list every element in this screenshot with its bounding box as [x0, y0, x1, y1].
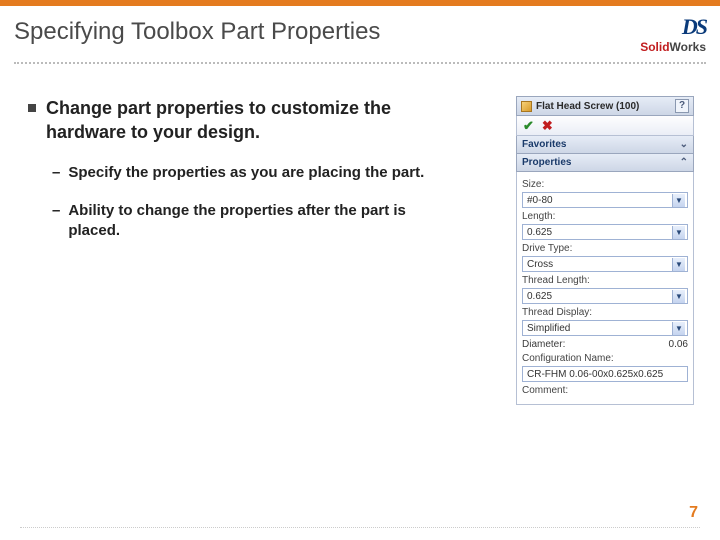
drive-type-value: Cross [527, 259, 553, 270]
page-title: Specifying Toolbox Part Properties [14, 18, 380, 46]
help-button[interactable]: ? [675, 99, 689, 113]
drive-type-label: Drive Type: [522, 243, 688, 254]
brand-logo: DS SolidWorks [640, 14, 706, 54]
thread-display-value: Simplified [527, 323, 570, 334]
properties-section-header[interactable]: Properties ⌃ [516, 154, 694, 172]
length-select[interactable]: 0.625 ▼ [522, 224, 688, 240]
thread-length-select[interactable]: 0.625 ▼ [522, 288, 688, 304]
thread-length-label: Thread Length: [522, 275, 688, 286]
favorites-label: Favorites [522, 139, 566, 150]
thread-display-select[interactable]: Simplified ▼ [522, 320, 688, 336]
content-area: Change part properties to customize the … [28, 96, 428, 259]
accent-bar [0, 0, 720, 6]
length-label: Length: [522, 211, 688, 222]
length-value: 0.625 [527, 227, 552, 238]
bullet-sub-1: – Specify the properties as you are plac… [52, 163, 428, 183]
properties-body: Size: #0-80 ▼ Length: 0.625 ▼ Drive Type… [516, 172, 694, 405]
config-name-value: CR-FHM 0.06-00x0.625x0.625 [527, 369, 663, 380]
dropdown-arrow-icon: ▼ [672, 258, 685, 271]
dropdown-arrow-icon: ▼ [672, 322, 685, 335]
properties-label: Properties [522, 157, 571, 168]
title-divider [14, 62, 706, 64]
bullet-sub-2: – Ability to change the properties after… [52, 201, 428, 242]
config-name-input[interactable]: CR-FHM 0.06-00x0.625x0.625 [522, 366, 688, 382]
size-value: #0-80 [527, 195, 553, 206]
dash-icon: – [52, 163, 60, 183]
dropdown-arrow-icon: ▼ [672, 290, 685, 303]
panel-title: Flat Head Screw (100) [536, 101, 671, 112]
bullet-main-text: Change part properties to customize the … [46, 96, 428, 145]
dash-icon: – [52, 201, 60, 242]
bullet-main: Change part properties to customize the … [28, 96, 428, 145]
property-manager-panel: Flat Head Screw (100) ? ✔ ✖ Favorites ⌄ … [516, 96, 694, 405]
favorites-section-header[interactable]: Favorites ⌄ [516, 136, 694, 154]
diameter-value: 0.06 [669, 339, 688, 350]
comment-label: Comment: [522, 385, 688, 396]
square-bullet-icon [28, 104, 36, 112]
chevron-up-icon: ⌃ [680, 157, 688, 168]
thread-length-value: 0.625 [527, 291, 552, 302]
footer-divider [20, 527, 700, 528]
logo-ds: DS [640, 14, 706, 40]
panel-header: Flat Head Screw (100) ? [516, 96, 694, 116]
dropdown-arrow-icon: ▼ [672, 194, 685, 207]
diameter-row: Diameter: 0.06 [522, 339, 688, 350]
diameter-label: Diameter: [522, 339, 565, 350]
size-label: Size: [522, 179, 688, 190]
config-name-label: Configuration Name: [522, 353, 688, 364]
dropdown-arrow-icon: ▼ [672, 226, 685, 239]
action-row: ✔ ✖ [516, 116, 694, 136]
logo-works: Works [670, 40, 706, 54]
size-select[interactable]: #0-80 ▼ [522, 192, 688, 208]
bullet-sub-1-text: Specify the properties as you are placin… [68, 163, 424, 183]
part-icon [521, 101, 532, 112]
chevron-icon: ⌄ [680, 139, 688, 150]
bullet-sub-2-text: Ability to change the properties after t… [68, 201, 428, 242]
page-number: 7 [689, 504, 698, 522]
cancel-button[interactable]: ✖ [542, 118, 553, 134]
logo-solid: Solid [640, 40, 669, 54]
ok-button[interactable]: ✔ [523, 118, 534, 134]
logo-brand: SolidWorks [640, 40, 706, 54]
thread-display-label: Thread Display: [522, 307, 688, 318]
drive-type-select[interactable]: Cross ▼ [522, 256, 688, 272]
